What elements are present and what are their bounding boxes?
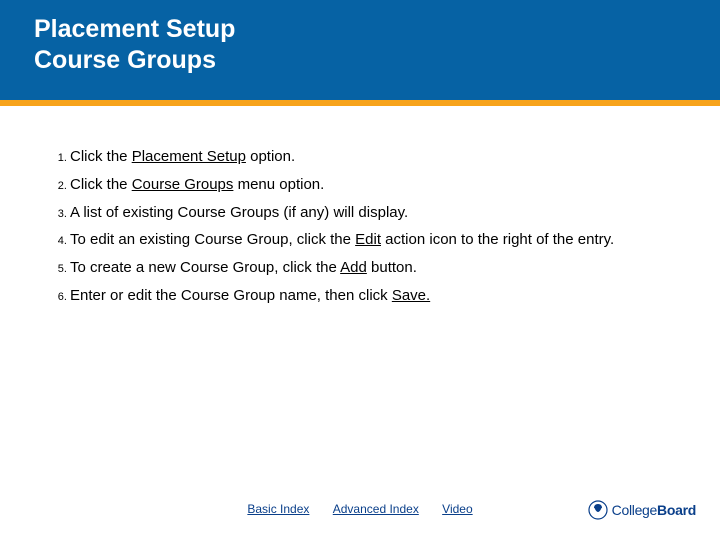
steps-list: Click the Placement Setup option. Click … [48, 148, 682, 315]
step-text-post: button. [367, 259, 417, 276]
acorn-icon [588, 500, 608, 520]
step-text-underlined: Save. [392, 287, 430, 304]
title-line-1: Placement Setup [34, 15, 235, 43]
slide-header: Placement Setup Course Groups [0, 0, 720, 100]
advanced-index-link[interactable]: Advanced Index [333, 502, 419, 516]
step-text-pre: Enter or edit the Course Group name, the… [70, 287, 392, 304]
step-text-post: menu option. [233, 176, 324, 193]
title-line-2: Course Groups [34, 46, 216, 74]
logo-text: CollegeBoard [612, 502, 696, 518]
collegeboard-logo: CollegeBoard [588, 500, 696, 520]
step-item: Click the Placement Setup option. [70, 148, 682, 176]
step-text-post: option. [246, 148, 295, 165]
step-text-pre: To create a new Course Group, click the [70, 259, 340, 276]
step-text-pre: Click the [70, 176, 132, 193]
step-text-post: action icon to the right of the entry. [381, 231, 614, 248]
step-text-pre: To edit an existing Course Group, click … [70, 231, 355, 248]
step-text-underlined: Add [340, 259, 367, 276]
slide-title: Placement Setup Course Groups [34, 14, 720, 77]
step-text-pre: Click the [70, 148, 132, 165]
logo-text-light: College [612, 502, 657, 518]
step-item: Click the Course Groups menu option. [70, 176, 682, 204]
step-item: To create a new Course Group, click the … [70, 259, 682, 287]
video-link[interactable]: Video [442, 502, 472, 516]
step-item: To edit an existing Course Group, click … [70, 231, 682, 259]
step-text-underlined: Edit [355, 231, 381, 248]
logo-text-bold: Board [657, 502, 696, 518]
content-area: Click the Placement Setup option. Click … [0, 106, 720, 315]
basic-index-link[interactable]: Basic Index [247, 502, 309, 516]
step-text-pre: A list of existing Course Groups (if any… [70, 204, 408, 221]
step-item: Enter or edit the Course Group name, the… [70, 287, 682, 315]
step-item: A list of existing Course Groups (if any… [70, 204, 682, 232]
step-text-underlined: Placement Setup [132, 148, 246, 165]
step-text-underlined: Course Groups [132, 176, 234, 193]
